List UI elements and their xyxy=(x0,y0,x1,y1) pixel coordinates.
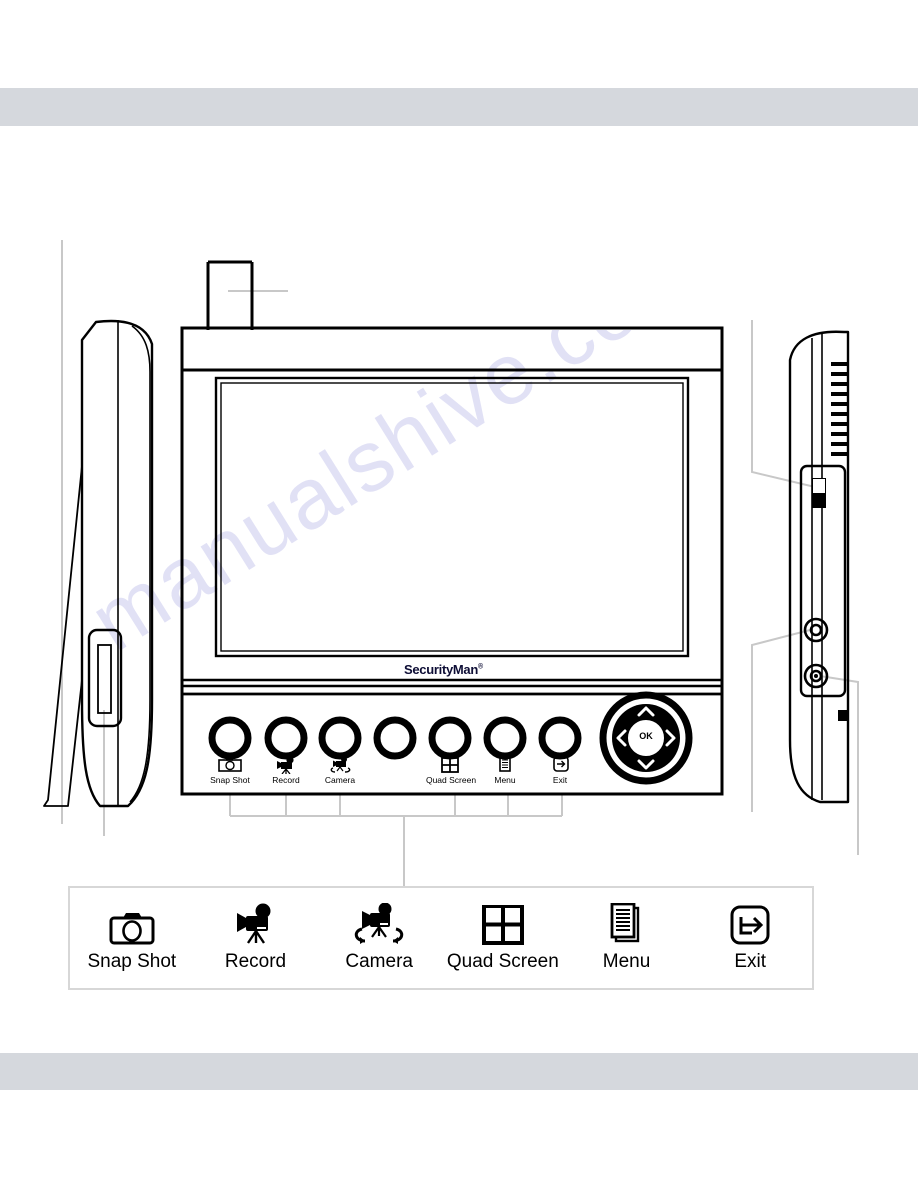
device-diagram xyxy=(43,240,859,886)
exit-icon xyxy=(553,756,569,777)
reset-button xyxy=(838,710,849,721)
button-record xyxy=(264,716,308,760)
legend-box: Snap Shot Record Camera Quad Screen Menu… xyxy=(68,886,814,990)
legend-item-exit: Exit xyxy=(688,903,812,973)
front-label-exit: Exit xyxy=(552,775,568,785)
power-switch xyxy=(812,478,826,508)
camera-icon xyxy=(351,903,407,945)
legend-label: Exit xyxy=(734,951,767,972)
button-snap-shot xyxy=(208,716,252,760)
legend-item-camera: Camera xyxy=(317,903,441,973)
front-label-camera: Camera xyxy=(324,775,356,785)
brand-logo: SecurityMan® xyxy=(404,662,483,677)
button-camera xyxy=(318,716,362,760)
legend-item-menu: Menu xyxy=(565,903,689,973)
left-side-view xyxy=(43,319,154,808)
button-exit xyxy=(538,716,582,760)
button-menu xyxy=(483,716,527,760)
legend-item-quad-screen: Quad Screen xyxy=(441,903,565,973)
front-panel-buttons xyxy=(208,716,582,760)
legend-label: Record xyxy=(224,951,287,972)
exit-icon xyxy=(730,903,770,945)
snapshot-icon xyxy=(109,903,155,945)
menu-icon xyxy=(608,903,646,945)
legend-label: Camera xyxy=(345,951,413,972)
leader-power-switch xyxy=(751,320,816,488)
button-unlabeled xyxy=(373,716,417,760)
callout-bracket xyxy=(229,794,563,886)
quad-screen-icon xyxy=(481,903,524,945)
front-label-menu: Menu xyxy=(494,775,516,785)
speaker-vents xyxy=(831,362,847,456)
legend-label: Snap Shot xyxy=(87,951,177,972)
leader-dc-jack xyxy=(819,675,859,855)
legend-label: Quad Screen xyxy=(446,951,559,972)
navpad-ok-label: OK xyxy=(639,731,653,741)
front-label-snap-shot: Snap Shot xyxy=(210,775,250,785)
button-quad-screen xyxy=(428,716,472,760)
front-label-quad-screen: Quad Screen xyxy=(425,775,477,785)
diagram-stage xyxy=(0,0,918,1188)
legend-item-record: Record xyxy=(194,903,318,973)
legend-label: Menu xyxy=(602,951,651,972)
record-icon xyxy=(233,903,279,945)
front-label-record: Record xyxy=(272,775,300,785)
legend-item-snap-shot: Snap Shot xyxy=(70,903,194,973)
antenna xyxy=(206,260,254,330)
